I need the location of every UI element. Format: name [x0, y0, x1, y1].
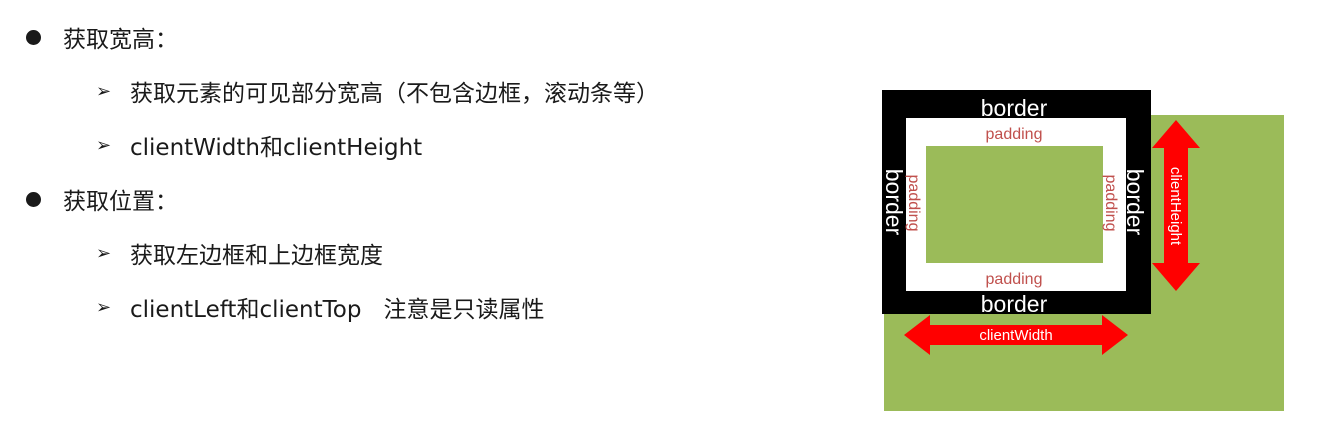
border-label-right: border — [1122, 169, 1148, 236]
arrow-bullet-icon: ➢ — [96, 134, 112, 156]
sub-item: ➢ 获取左边框和上边框宽度 — [96, 236, 383, 270]
section-title: 获取位置： — [63, 189, 178, 215]
section-get-size: 获取宽高： — [26, 20, 178, 54]
sub-item-label: clientWidth和clientHeight — [130, 135, 423, 161]
border-box — [882, 90, 1151, 314]
sub-item-label: clientLeft和clientTop 注意是只读属性 — [130, 290, 544, 324]
sub-item: ➢ clientWidth和clientHeight — [96, 128, 422, 162]
client-area-green — [884, 115, 1284, 411]
sub-item: ➢ 获取元素的可见部分宽高（不包含边框，滚动条等） — [96, 74, 659, 108]
padding-box — [906, 118, 1126, 291]
padding-label-left: padding — [905, 175, 922, 232]
section-get-position: 获取位置： — [26, 182, 178, 216]
readonly-note: 注意是只读属性 — [383, 297, 545, 323]
border-label-bottom: border — [981, 291, 1048, 317]
border-label-top: border — [981, 95, 1048, 121]
bullet-list: 获取宽高： ➢ 获取元素的可见部分宽高（不包含边框，滚动条等） ➢ client… — [0, 0, 840, 444]
border-label-left: border — [881, 169, 907, 236]
padding-label-bottom: padding — [986, 271, 1043, 288]
client-height-arrow — [1152, 120, 1200, 291]
content-box — [926, 146, 1103, 263]
arrow-bullet-icon: ➢ — [96, 80, 112, 102]
client-left-top-text: clientLeft和clientTop — [130, 297, 362, 323]
padding-label-top: padding — [986, 126, 1043, 143]
sub-item-label: 获取左边框和上边框宽度 — [130, 243, 383, 269]
client-width-label: clientWidth — [979, 327, 1052, 344]
bullet-dot-icon — [26, 29, 41, 45]
sub-item-label: 获取元素的可见部分宽高（不包含边框，滚动条等） — [130, 81, 659, 107]
arrow-bullet-icon: ➢ — [96, 242, 112, 264]
client-height-label: clientHeight — [1167, 167, 1184, 246]
arrow-bullet-icon: ➢ — [96, 296, 112, 318]
sub-item: ➢ clientLeft和clientTop 注意是只读属性 — [96, 290, 544, 324]
client-width-arrow — [904, 315, 1128, 355]
section-title: 获取宽高： — [63, 27, 178, 53]
padding-label-right: padding — [1102, 175, 1119, 232]
bullet-dot-icon — [26, 191, 41, 207]
